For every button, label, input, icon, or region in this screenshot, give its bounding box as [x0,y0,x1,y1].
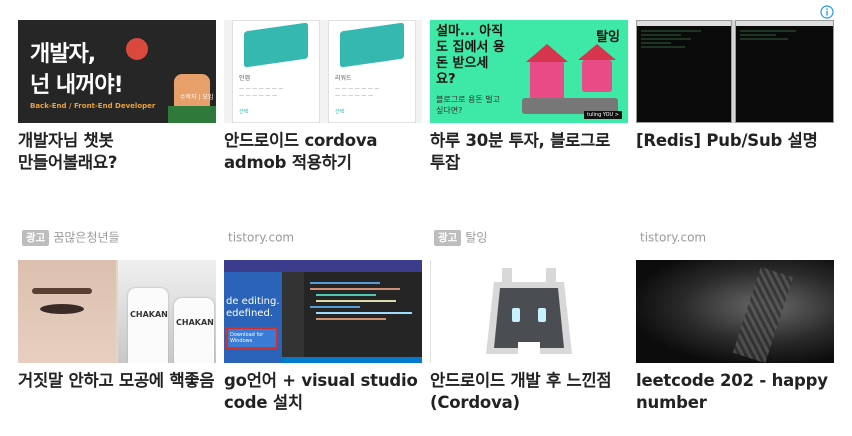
hero-text: edefined. [226,308,273,319]
ad-badge: 광고 [22,229,50,246]
panel-title: 리워드 [335,75,352,82]
cta-badge: tuling YOU > [584,111,622,119]
product-photo: CHAKAN CHAKAN [118,260,216,363]
card-thumbnail[interactable] [430,260,628,363]
recommendation-card[interactable]: 인앱 — — — — — — — — — — — — — 선택 리워드 — — —… [224,20,422,174]
card-title[interactable]: leetcode 202 - happy number [636,370,834,414]
recommendation-card[interactable]: CHAKAN CHAKAN 거짓말 안하고 모공에 핵좋음 [18,260,216,392]
status-bar [282,357,422,363]
bottle-label: CHAKAN [176,318,214,327]
hero-text: de editing. [226,296,280,307]
card-thumbnail[interactable] [636,260,834,363]
recommendation-card[interactable]: 안드로이드 개발 후 느낀점(Cordova) [430,260,628,414]
editor-window [282,272,422,363]
card-title[interactable]: 하루 30분 투자, 블로그로 투잡 [430,130,628,174]
card-source: 광고 꿈많은청년들 [22,228,120,246]
card-source: 광고 탈잉 [434,228,487,246]
card-thumbnail[interactable]: de editing. edefined. Download for Windo… [224,260,422,363]
face-photo [18,260,116,363]
ad-headline: 설마... 아직도 집에서 용돈 받으세요? [436,24,505,87]
ad-badge: 광고 [434,229,462,246]
bottle-label: CHAKAN [130,310,168,319]
card-thumbnail[interactable]: 인앱 — — — — — — — — — — — — — 선택 리워드 — — —… [224,20,422,123]
recommendation-card[interactable]: leetcode 202 - happy number [636,260,834,414]
terminal-titlebar [637,21,731,26]
card-source: tistory.com [640,228,706,246]
thumb-tag: 수학자 | 모임 [180,94,214,101]
card-title[interactable]: 안드로이드 cordova admob 적용하기 [224,130,422,174]
card-thumbnail[interactable] [636,20,834,123]
source-name: tistory.com [640,230,707,245]
panel-link: 선택 [239,109,249,115]
terminal-window [735,20,834,123]
thumb-text: 넌 내꺼야! [30,73,124,98]
terminal-titlebar [736,21,833,26]
house-illustration [530,60,564,100]
card-source: tistory.com [228,228,294,246]
info-icon[interactable] [820,5,834,19]
card-thumbnail[interactable]: CHAKAN CHAKAN [18,260,216,363]
browser-bar [224,260,422,272]
preview-panel: 리워드 — — — — — — — — — — — — — 선택 [328,20,416,123]
source-name: 꿈많은청년들 [53,230,120,245]
terminal-window [636,20,732,123]
card-title[interactable]: 개발자님 챗봇 만들어볼래요? [18,130,216,174]
brand-logo: 탈잉 [596,30,620,45]
recommendation-card[interactable]: [Redis] Pub/Sub 설명 [636,20,834,152]
recommendation-card[interactable]: de editing. edefined. Download for Windo… [224,260,422,414]
panel-text: — — — — — — — — — — — — — [335,86,380,99]
source-name: tistory.com [228,230,295,245]
cordova-logo-icon [486,268,572,354]
panel-title: 인앱 [239,75,251,82]
download-button: Download for Windows [226,327,278,349]
card-thumbnail[interactable]: 설마... 아직도 집에서 용돈 받으세요? 블로그로 용돈 벌고 싶다면? 탈… [430,20,628,123]
panel-link: 선택 [335,109,345,115]
site-hero: de editing. edefined. Download for Windo… [224,272,282,363]
editor-sidebar [282,272,304,363]
house-roof [578,44,616,60]
phone-graphic [340,22,404,68]
bottle-graphic: CHAKAN [128,288,168,363]
eye-graphic [40,304,84,314]
source-name: 탈잉 [465,230,488,245]
card-thumbnail[interactable]: 개발자, 넌 내꺼야! Back-End / Front-End Develop… [18,20,216,123]
phone-graphic [244,22,308,68]
card-title[interactable]: go언어 + visual studio code 설치 [224,370,422,414]
ad-subtext: 블로그로 용돈 벌고 싶다면? [436,95,500,115]
panel-text: — — — — — — — — — — — — — [239,86,284,99]
bottle-graphic: CHAKAN [174,298,214,363]
developer-illustration-body [168,106,216,123]
recommendation-card[interactable]: 설마... 아직도 집에서 용돈 받으세요? 블로그로 용돈 벌고 싶다면? 탈… [430,20,628,174]
card-title[interactable]: 거짓말 안하고 모공에 핵좋음 [18,370,216,392]
card-title[interactable]: 안드로이드 개발 후 느낀점(Cordova) [430,370,628,414]
card-title[interactable]: [Redis] Pub/Sub 설명 [636,130,834,152]
house-illustration [582,60,612,92]
eyebrow-graphic [32,288,92,294]
bug-icon [126,38,148,60]
thumb-subtitle: Back-End / Front-End Developer [30,102,156,110]
preview-panel: 인앱 — — — — — — — — — — — — — 선택 [232,20,320,123]
thumb-text: 개발자, [30,42,96,67]
house-roof [526,44,568,62]
recommendation-card[interactable]: 개발자, 넌 내꺼야! Back-End / Front-End Develop… [18,20,216,174]
recommendation-widget: 개발자, 넌 내꺼야! Back-End / Front-End Develop… [0,0,852,436]
